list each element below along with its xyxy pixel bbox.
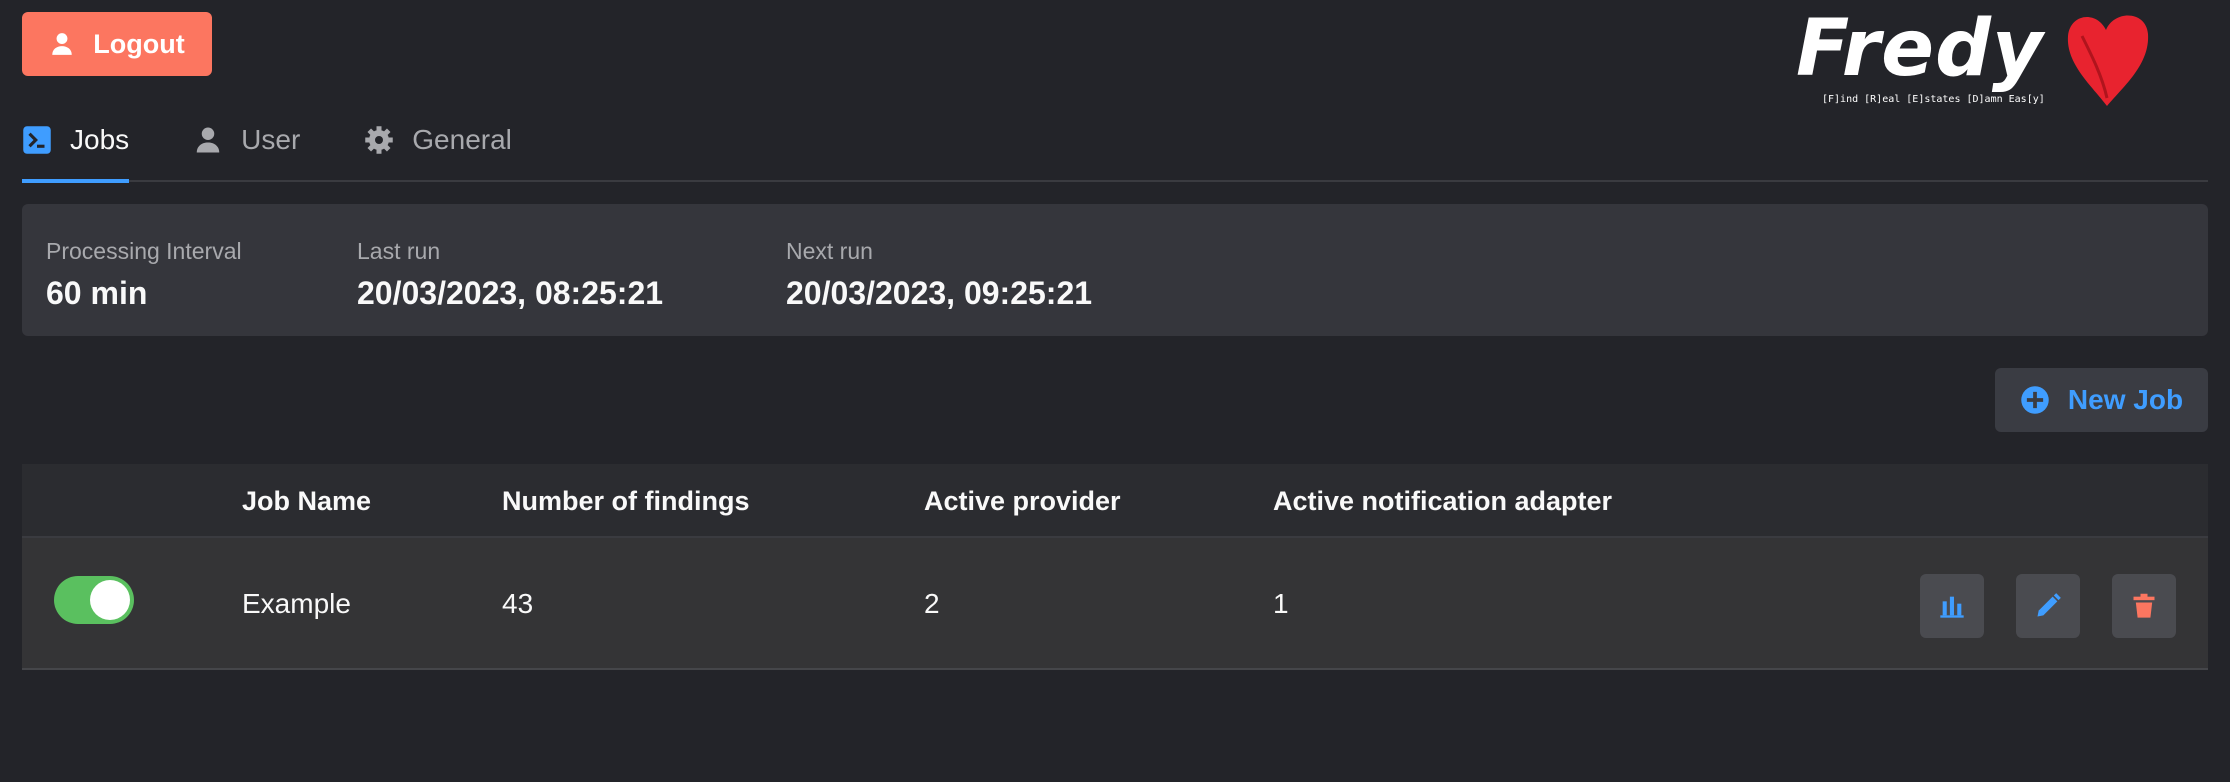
logout-label: Logout	[93, 28, 185, 59]
user-icon	[52, 33, 73, 55]
provider-cell: 2	[924, 588, 940, 619]
logout-button[interactable]: Logout	[22, 12, 212, 76]
job-enabled-toggle[interactable]	[54, 576, 134, 624]
adapter-cell: 1	[1273, 588, 1289, 619]
column-header-provider: Active provider	[924, 486, 1121, 516]
delete-button[interactable]	[2112, 574, 2176, 638]
column-header-findings: Number of findings	[502, 486, 750, 516]
job-name-cell: Example	[242, 588, 351, 619]
new-job-button[interactable]: New Job	[1995, 368, 2208, 432]
toggle-knob	[90, 580, 130, 620]
pencil-icon	[2037, 593, 2061, 617]
next-run-label: Next run	[786, 238, 873, 264]
next-run-value: 20/03/2023, 09:25:21	[786, 275, 1093, 311]
next-run: Next run 20/03/2023, 09:25:21	[786, 238, 1092, 312]
user-icon	[196, 127, 220, 153]
tab-jobs-label: Jobs	[70, 124, 130, 155]
table-row: Example 43 2 1	[22, 538, 2208, 670]
last-run: Last run 20/03/2023, 08:25:21	[357, 238, 663, 312]
tab-jobs[interactable]: Jobs	[22, 100, 130, 183]
jobs-table: Job Name Number of findings Active provi…	[22, 464, 2208, 670]
last-run-value: 20/03/2023, 08:25:21	[357, 275, 664, 311]
column-header-job-name: Job Name	[242, 486, 372, 516]
tab-general-label: General	[412, 124, 512, 155]
processing-interval: Processing Interval 60 min	[46, 238, 242, 312]
heart-icon	[2067, 15, 2149, 106]
plus-circle-icon	[2021, 386, 2049, 414]
column-header-adapter: Active notification adapter	[1273, 486, 1613, 516]
findings-cell: 43	[502, 588, 534, 619]
new-job-label: New Job	[2067, 384, 2184, 415]
insights-button[interactable]	[1920, 574, 1984, 638]
processing-info-panel: Processing Interval 60 min Last run 20/0…	[22, 204, 2208, 336]
tab-user-label: User	[241, 124, 301, 155]
tab-general[interactable]: General	[364, 100, 512, 180]
terminal-icon	[23, 126, 51, 154]
processing-interval-value: 60 min	[46, 275, 148, 311]
tab-user[interactable]: User	[193, 100, 300, 180]
logo-text: Fredy	[1796, 4, 2044, 94]
tab-bar: Jobs User General	[22, 100, 2208, 183]
bar-chart-icon	[1940, 596, 1964, 618]
edit-button[interactable]	[2016, 574, 2080, 638]
gear-icon	[365, 126, 394, 154]
fredy-logo: Fredy [F]ind [R]eal [E]states [D]amn Eas…	[1790, 4, 2150, 114]
trash-icon	[2133, 593, 2155, 618]
last-run-label: Last run	[357, 238, 441, 264]
table-header: Job Name Number of findings Active provi…	[22, 464, 2208, 538]
processing-interval-label: Processing Interval	[46, 238, 242, 264]
